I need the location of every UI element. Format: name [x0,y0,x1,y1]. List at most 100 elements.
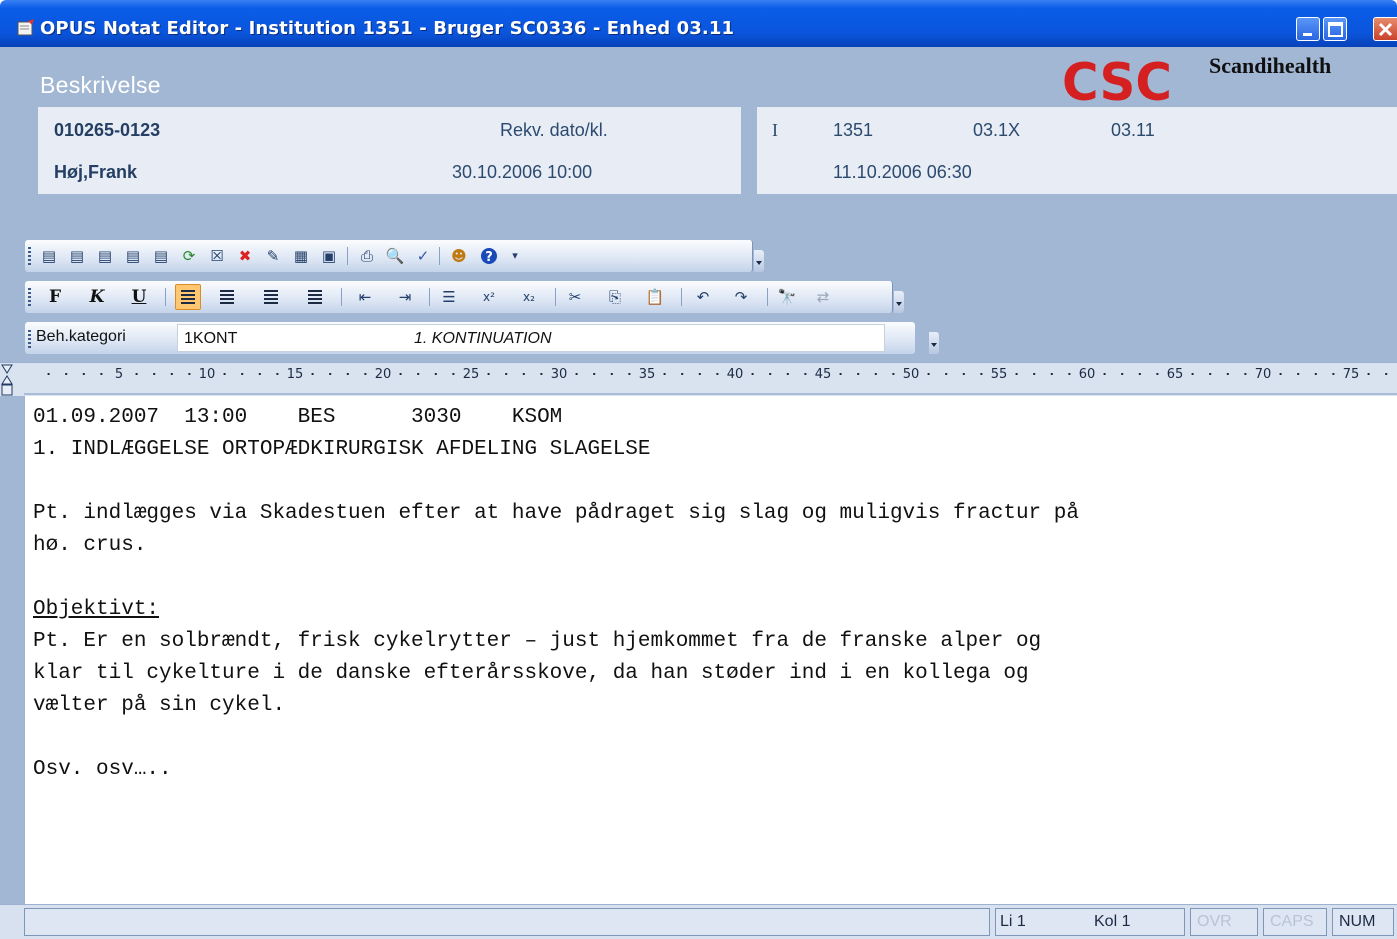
refresh-icon[interactable]: ⟳ [179,246,199,266]
patient-info-box: 010265-0123 Rekv. dato/kl. Høj,Frank 30.… [38,107,741,194]
ruler-tick [540,373,543,375]
save-print-icon[interactable]: ▤ [151,246,171,266]
close-icon [1378,22,1393,37]
indent-marker-icon[interactable] [1,364,13,385]
ruler-tick [751,373,754,375]
ruler-label: 65 [1167,367,1184,382]
category-label: Beh.kategori [36,328,126,345]
ruler-label: 40 [727,367,744,382]
paste-icon[interactable]: 📋 [645,287,665,307]
ruler-tick [417,373,420,375]
find-icon[interactable]: 🔭 [777,287,797,307]
toolbar-options-icon[interactable] [929,332,939,354]
ruler-label: 20 [375,367,392,382]
underline-button[interactable]: U [129,287,149,307]
save-icon[interactable]: ▤ [39,246,59,266]
ruler-tick [980,373,983,375]
ruler-tick [329,373,332,375]
title-bar[interactable]: OPUS Notat Editor - Institution 1351 - B… [0,0,1397,47]
minimize-button[interactable] [1296,17,1320,41]
delete-icon[interactable]: ☒ [207,246,227,266]
ruler-tick [364,373,367,375]
toolbar-options-icon[interactable] [894,291,904,313]
ruler-tick [857,373,860,375]
italic-button[interactable]: K [87,287,107,307]
ruler-tick [1332,373,1335,375]
save-close-icon[interactable]: ▤ [67,246,87,266]
help-dropdown-icon[interactable]: ▾ [505,246,525,266]
close-button[interactable] [1373,17,1397,41]
svg-text:?: ? [485,250,493,265]
ruler-label: 25 [463,367,480,382]
paste-note-icon[interactable]: ▦ [291,246,311,266]
editor-left-margin [0,396,24,939]
save-copy-icon[interactable]: ▤ [123,246,143,266]
csc-logo: CSC [1062,56,1172,104]
bold-button[interactable]: F [45,287,65,307]
ruler-tick [1103,373,1106,375]
spellcheck-icon[interactable]: ✓ [413,246,433,266]
ruler-label: 15 [287,367,304,382]
subscript-icon[interactable]: x₂ [519,287,539,307]
align-right-button[interactable] [261,287,281,307]
save-sign-icon[interactable]: ▤ [95,246,115,266]
left-margin-marker-icon[interactable] [1,384,13,396]
ruler-tick [945,373,948,375]
indent-icon[interactable]: ⇥ [395,287,415,307]
patient-cpr: 010265-0123 [54,120,161,140]
ruler-label: 30 [551,367,568,382]
ruler-tick [153,373,156,375]
replace-icon[interactable]: ⇄ [813,287,833,307]
toolbar-separator [165,288,166,306]
edit-icon[interactable]: ✎ [263,246,283,266]
justify-button[interactable] [305,287,325,307]
ruler-tick [575,373,578,375]
ruler-label: 60 [1079,367,1096,382]
ruler-tick [346,373,349,375]
ruler-tick [786,373,789,375]
toolbar-grip[interactable] [28,288,31,306]
note-editor[interactable]: 01.09.2007 13:00 BES 3030 KSOM 1. INDLÆG… [24,396,1397,904]
toolbar-separator [347,247,348,265]
ruler-tick [681,373,684,375]
print-preview-icon[interactable]: 🔍 [385,246,405,266]
redo-icon[interactable]: ↷ [731,287,751,307]
ruler[interactable]: 5 10 15 20 25 30 35 40 45 50 55 60 65 70… [0,362,1397,396]
window-title: OPUS Notat Editor - Institution 1351 - B… [40,18,735,39]
bullet-list-icon[interactable]: ☰ [439,287,459,307]
toolbar-options-icon[interactable] [754,250,764,272]
ruler-tick [1068,373,1071,375]
align-center-button[interactable] [217,287,237,307]
order-datetime: 11.10.2006 06:30 [833,162,972,182]
ruler-tick [452,373,455,375]
export-icon[interactable]: ▣ [319,246,339,266]
superscript-icon[interactable]: x² [479,287,499,307]
ruler-tick [522,373,525,375]
num-indicator: NUM [1332,908,1394,936]
ruler-tick [135,373,138,375]
maximize-button[interactable] [1323,17,1347,41]
users-icon[interactable]: ☻ [449,246,469,266]
cut-icon[interactable]: ✂ [565,287,585,307]
ruler-tick [82,373,85,375]
align-left-button[interactable] [175,284,201,310]
cancel-icon[interactable]: ✖ [235,246,255,266]
ruler-tick [1209,373,1212,375]
outdent-icon[interactable]: ⇤ [355,287,375,307]
undo-icon[interactable]: ↶ [693,287,713,307]
note-line: hø. crus. [33,534,147,557]
category-select[interactable]: 1KONT 1. KONTINUATION [177,324,885,352]
toolbar-grip[interactable] [28,247,31,265]
category-name: 1. KONTINUATION [414,330,552,347]
ruler-tick [311,373,314,375]
toolbar-grip[interactable] [28,330,31,348]
ruler-tick [1191,373,1194,375]
print-icon[interactable]: ⎙ [357,246,377,266]
copy-icon[interactable]: ⎘ [605,287,625,307]
ruler-tick [593,373,596,375]
help-icon[interactable]: ? [479,246,499,266]
ruler-tick [698,373,701,375]
ruler-tick [65,373,68,375]
ruler-tick [1226,373,1229,375]
ruler-tick [1138,373,1141,375]
